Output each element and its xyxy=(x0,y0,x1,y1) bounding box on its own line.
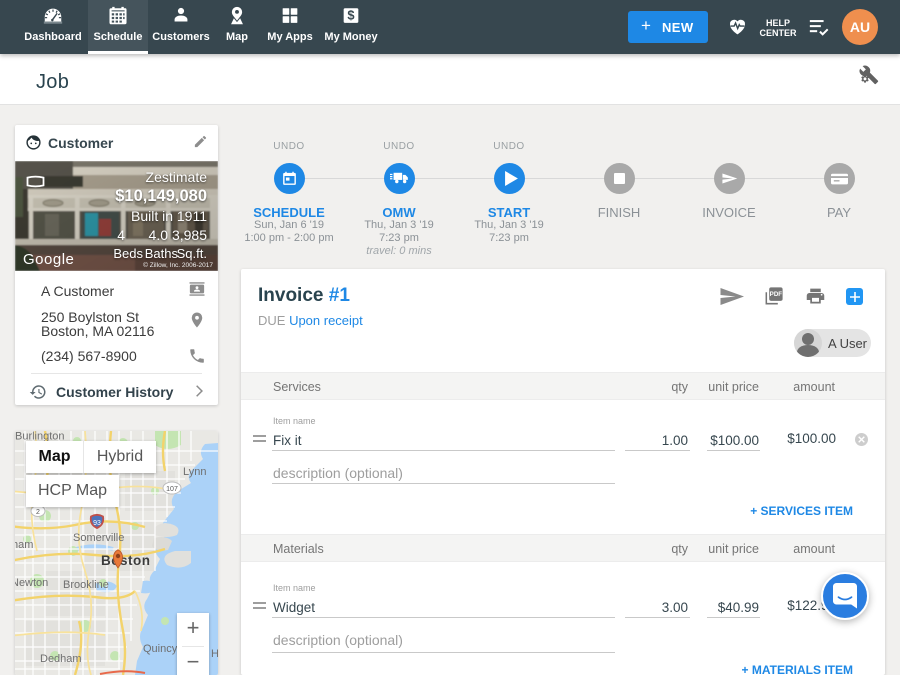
svg-text:Hi: Hi xyxy=(211,648,218,660)
svg-text:Somerville: Somerville xyxy=(73,532,124,544)
svg-text:Boston: Boston xyxy=(101,553,151,568)
svg-text:93: 93 xyxy=(93,520,101,527)
svg-text:Quincy: Quincy xyxy=(143,643,178,655)
svg-text:Lynn: Lynn xyxy=(183,466,206,478)
svg-text:$: $ xyxy=(347,8,354,23)
svg-text:Brookline: Brookline xyxy=(63,579,109,591)
svg-text:107: 107 xyxy=(166,486,178,493)
svg-text:PDF: PDF xyxy=(770,291,783,298)
svg-text:2: 2 xyxy=(36,509,40,516)
svg-text:Newton: Newton xyxy=(15,577,48,589)
svg-text:Dedham: Dedham xyxy=(40,653,82,665)
svg-text:ham: ham xyxy=(15,539,33,551)
